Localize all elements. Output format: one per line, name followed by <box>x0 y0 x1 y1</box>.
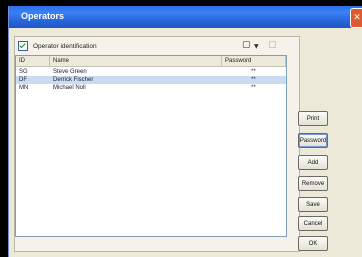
table-row[interactable]: DF Derrick Fischer ** <box>16 76 286 84</box>
operator-identification-option[interactable]: Operator identification <box>18 41 97 51</box>
page-icon[interactable]: ▢ <box>268 40 277 50</box>
row-id: DF <box>19 77 27 83</box>
remove-button[interactable]: Remove <box>298 176 328 191</box>
password-button[interactable]: Password <box>298 133 328 148</box>
cancel-button[interactable]: Cancel <box>298 216 328 231</box>
row-password: ** <box>251 85 256 91</box>
title-bar[interactable]: Operators ✕ <box>9 6 362 28</box>
close-icon[interactable]: ✕ <box>350 8 362 28</box>
row-id: MN <box>19 85 29 91</box>
print-button[interactable]: Print <box>298 111 328 126</box>
column-header-password[interactable]: Password <box>222 56 286 66</box>
row-password: ** <box>251 69 256 75</box>
row-name: Steve Green <box>53 69 87 75</box>
operator-identification-checkbox[interactable] <box>18 41 28 51</box>
column-header-id[interactable]: ID <box>16 56 50 66</box>
ok-button[interactable]: OK <box>298 236 328 251</box>
add-button[interactable]: Add <box>298 155 328 170</box>
view-icon[interactable]: ▢ <box>242 40 251 50</box>
chevron-down-icon[interactable]: ▼ <box>254 43 259 50</box>
table-row[interactable]: SG Steve Green ** <box>16 68 286 76</box>
column-header-name[interactable]: Name <box>50 56 222 66</box>
row-id: SG <box>19 69 28 75</box>
save-button[interactable]: Save <box>298 197 328 212</box>
operators-table[interactable]: ID Name Password SG Steve Green ** DF De… <box>15 55 287 237</box>
window-title: Operators <box>21 11 65 21</box>
operator-identification-label: Operator identification <box>33 42 97 50</box>
table-row[interactable]: MN Michael Noll ** <box>16 84 286 92</box>
row-name: Michael Noll <box>53 85 86 91</box>
table-header: ID Name Password <box>16 56 286 67</box>
row-name: Derrick Fischer <box>53 77 94 83</box>
row-password: ** <box>251 77 256 83</box>
